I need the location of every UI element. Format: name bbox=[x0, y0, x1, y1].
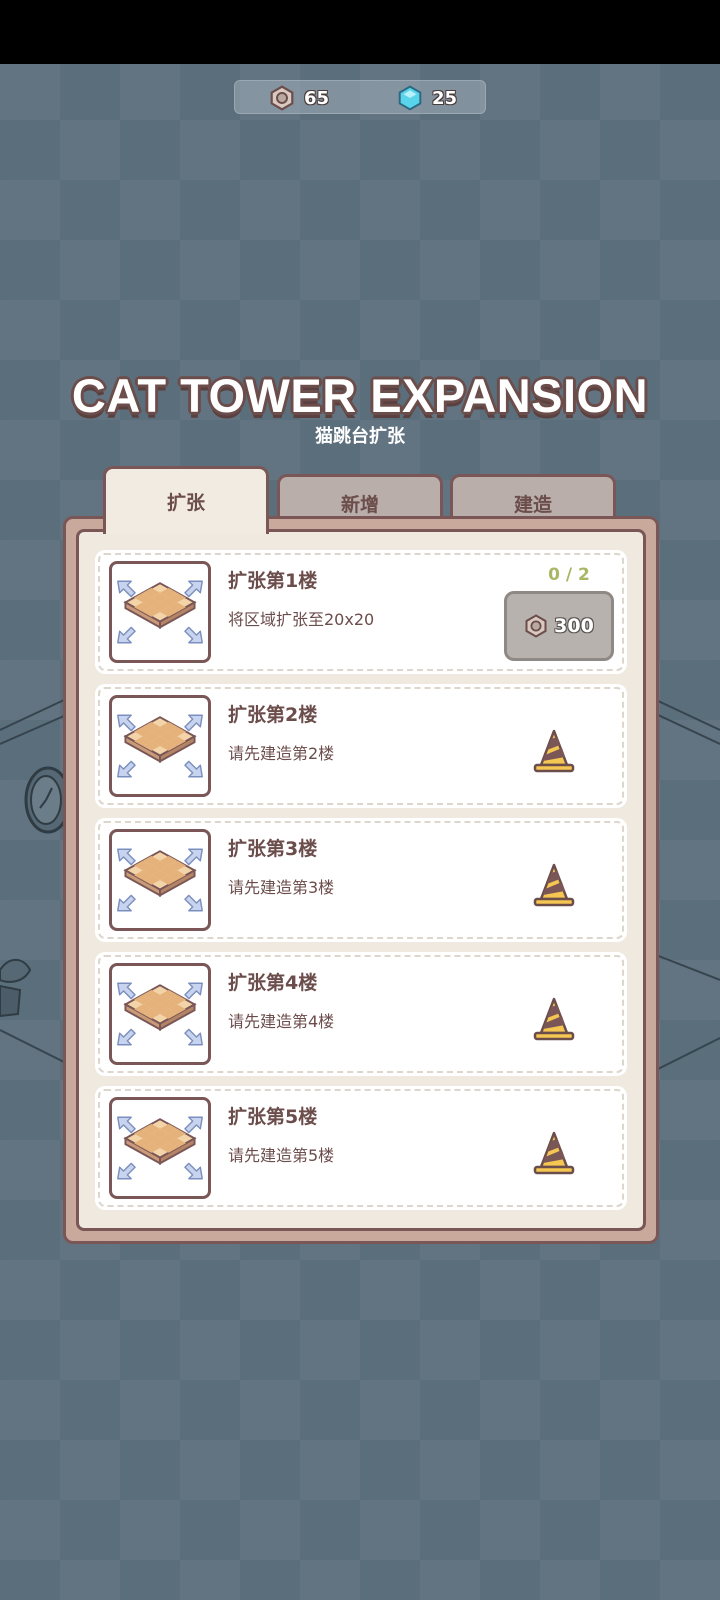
gem-count: 25 bbox=[432, 87, 458, 109]
expand-area-icon bbox=[116, 1116, 204, 1180]
page-title: CAT TOWER EXPANSION bbox=[71, 369, 649, 422]
item-title: 扩张第4楼 bbox=[228, 972, 318, 994]
item-title: 扩张第1楼 bbox=[228, 570, 318, 592]
gem-icon bbox=[398, 85, 422, 111]
nut-currency: 65 bbox=[269, 85, 329, 111]
expand-floor-thumbnail bbox=[109, 1097, 211, 1199]
item-title: 扩张第3楼 bbox=[228, 838, 318, 860]
tab-expand[interactable]: 扩张 bbox=[103, 466, 269, 534]
expand-area-icon bbox=[116, 982, 204, 1046]
hex-nut-icon bbox=[525, 614, 547, 638]
item-progress: 0 / 2 bbox=[548, 565, 590, 585]
item-title: 扩张第2楼 bbox=[228, 704, 318, 726]
system-status-bar bbox=[0, 0, 720, 64]
expand-area-icon bbox=[116, 848, 204, 912]
expansion-item-1: 扩张第1楼 将区域扩张至20x20 0 / 2 300 bbox=[95, 550, 627, 674]
item-description: 请先建造第3楼 bbox=[228, 878, 335, 897]
nut-count: 65 bbox=[304, 87, 330, 109]
traffic-cone-icon bbox=[533, 863, 575, 907]
traffic-cone-icon bbox=[533, 1131, 575, 1175]
item-description: 请先建造第2楼 bbox=[228, 744, 335, 763]
cost-value: 300 bbox=[554, 615, 594, 637]
gem-currency: 25 bbox=[397, 85, 457, 111]
traffic-cone-icon bbox=[533, 729, 575, 773]
expand-floor-thumbnail bbox=[109, 963, 211, 1065]
expansion-item-4: 扩张第4楼 请先建造第4楼 bbox=[95, 952, 627, 1076]
expansion-panel: 扩张第1楼 将区域扩张至20x20 0 / 2 300 扩张第2楼 请先建造第2… bbox=[63, 516, 659, 1244]
expansion-item-2: 扩张第2楼 请先建造第2楼 bbox=[95, 684, 627, 808]
item-description: 将区域扩张至20x20 bbox=[228, 610, 375, 629]
item-title: 扩张第5楼 bbox=[228, 1106, 318, 1128]
expand-floor-thumbnail bbox=[109, 829, 211, 931]
hex-nut-icon bbox=[270, 85, 294, 111]
expansion-item-3: 扩张第3楼 请先建造第3楼 bbox=[95, 818, 627, 942]
page-subtitle: 猫跳台扩张 bbox=[315, 426, 405, 447]
item-description: 请先建造第4楼 bbox=[228, 1012, 335, 1031]
item-description: 请先建造第5楼 bbox=[228, 1146, 335, 1165]
expansion-list: 扩张第1楼 将区域扩张至20x20 0 / 2 300 扩张第2楼 请先建造第2… bbox=[76, 529, 646, 1231]
purchase-expansion-button[interactable]: 300 bbox=[504, 591, 614, 661]
expansion-item-5: 扩张第5楼 请先建造第5楼 bbox=[95, 1086, 627, 1210]
currency-bar: 65 25 bbox=[234, 80, 486, 114]
traffic-cone-icon bbox=[533, 997, 575, 1041]
expand-area-icon bbox=[116, 714, 204, 778]
expand-area-icon bbox=[116, 580, 204, 644]
expand-floor-thumbnail bbox=[109, 695, 211, 797]
expand-floor-thumbnail bbox=[109, 561, 211, 663]
